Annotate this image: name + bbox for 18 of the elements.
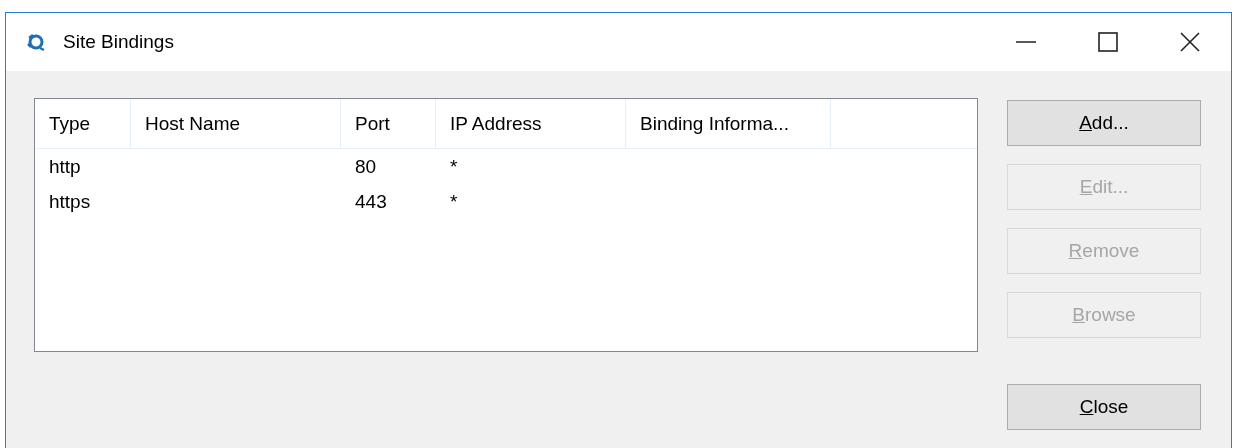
column-header[interactable]: Host Name	[131, 99, 341, 148]
table-cell: 443	[355, 190, 387, 212]
minimize-icon	[1016, 41, 1036, 43]
column-header[interactable]: Type	[35, 99, 131, 148]
table-cell: 80	[355, 155, 377, 177]
column-header[interactable]: Port	[341, 99, 436, 148]
dialog-button[interactable]: Close	[1007, 384, 1201, 430]
table-cell: *	[450, 155, 458, 177]
table-cell: https	[49, 190, 91, 212]
column-header[interactable]: Binding Informa...	[626, 99, 831, 148]
window-title: Site Bindings	[63, 31, 174, 53]
maximize-icon	[1098, 32, 1118, 52]
close-icon	[1180, 32, 1200, 52]
table-cell: *	[450, 190, 458, 212]
table-cell: http	[49, 155, 81, 177]
column-header[interactable]: IP Address	[436, 99, 626, 148]
app-icon	[26, 32, 46, 52]
dialog-button[interactable]: Add...	[1007, 100, 1201, 146]
